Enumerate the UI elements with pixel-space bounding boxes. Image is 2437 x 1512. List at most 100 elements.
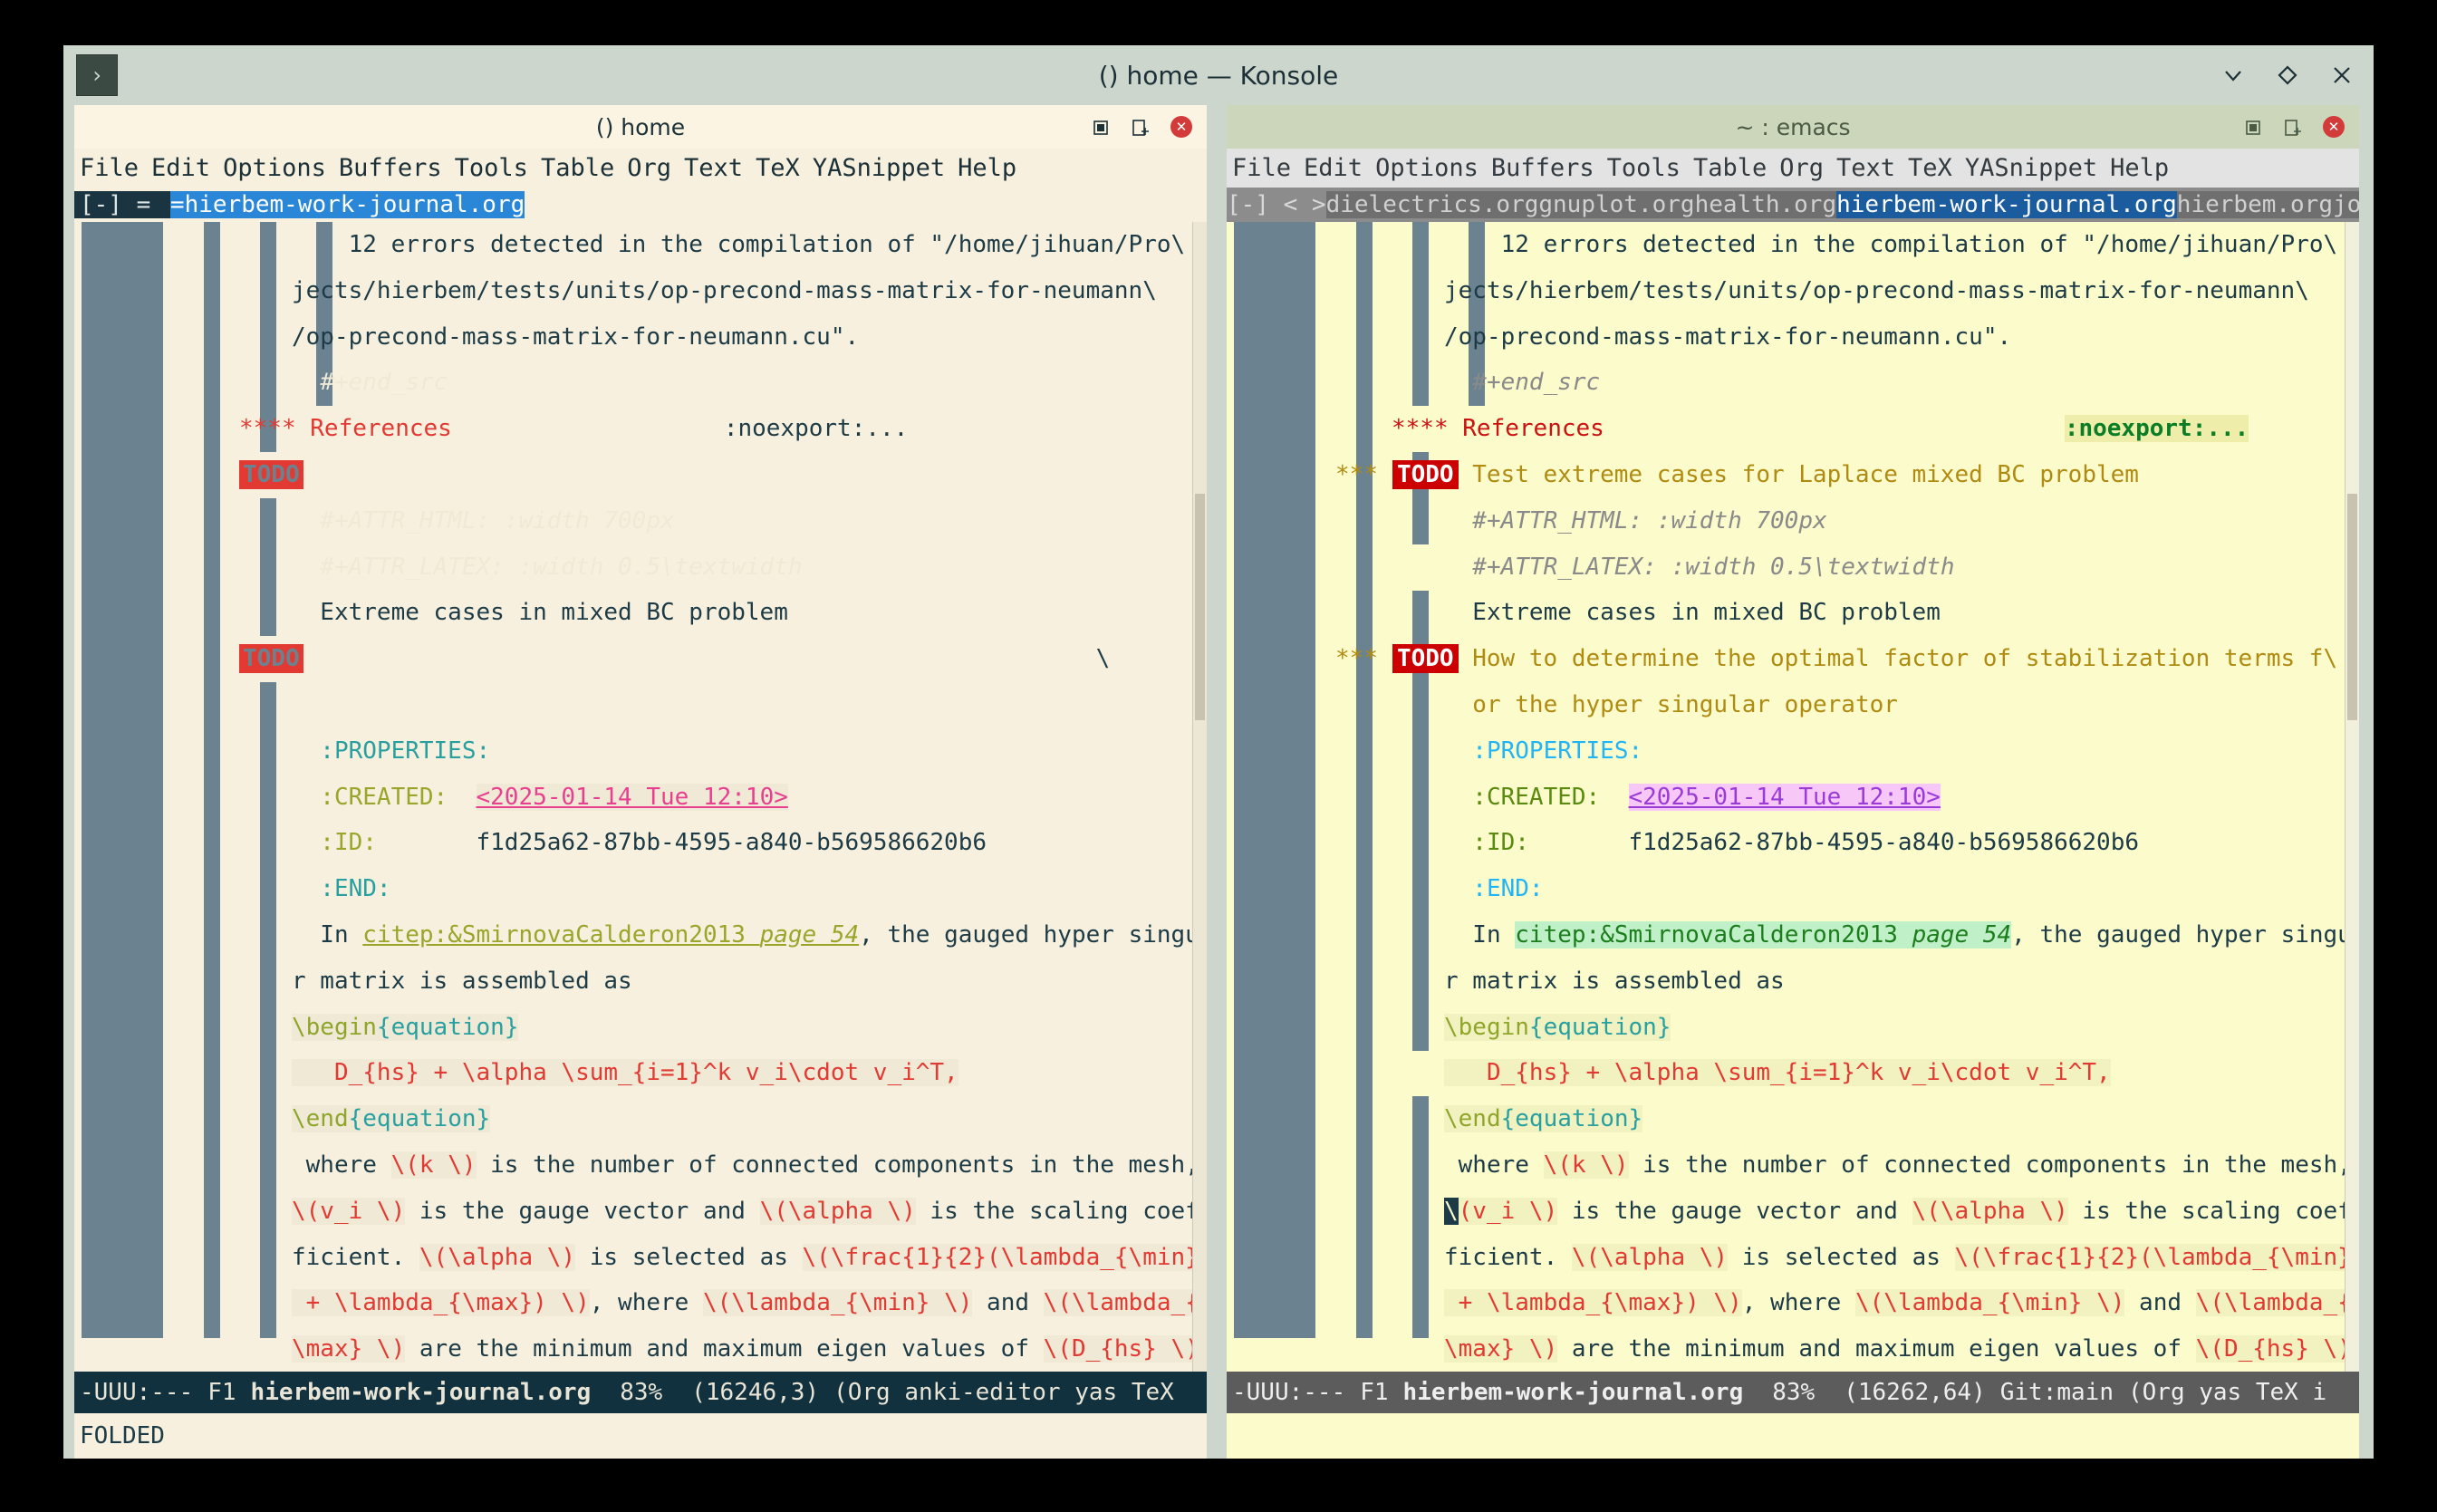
buffer-line[interactable]: + \lambda_{\max}) \), where \(\lambda_{\… [74,1280,1207,1326]
menu-item-file[interactable]: File [80,154,139,182]
right-scrollbar-thumb[interactable] [2347,494,2357,720]
left-text-area[interactable]: 12 errors detected in the compilation of… [74,222,1207,1372]
right-text-area[interactable]: 12 errors detected in the compilation of… [1227,222,2359,1372]
menu-item-options[interactable]: Options [1375,154,1479,182]
close-icon[interactable]: ✕ [1170,116,1192,138]
buffer-line[interactable]: r matrix is assembled as [74,958,1207,1005]
buffer-line[interactable] [74,682,1207,728]
org-todo-badge[interactable]: TODO [239,644,303,674]
tabs-after-right[interactable]: hierbem.orgjour [2176,191,2359,218]
buffer-line[interactable]: jects/hierbem/tests/units/op-precond-mas… [74,268,1207,314]
buffer-line[interactable]: /op-precond-mass-matrix-for-neumann.cu". [1227,314,2359,361]
citation-page[interactable]: page 54 [760,921,860,949]
buffer-line[interactable]: Extreme cases in mixed BC problem [1227,590,2359,636]
buffer-line[interactable]: \begin{equation} [1227,1005,2359,1051]
tab-hierbem-work-journal-right[interactable]: hierbem-work-journal.org [1836,191,2177,218]
konsole-scrollbar[interactable] [2359,165,2374,1459]
menu-item-org[interactable]: Org [627,154,671,182]
tabline-prefix-left[interactable]: [-] = [74,191,170,218]
menu-item-tex[interactable]: TeX [1908,154,1952,182]
menu-item-text[interactable]: Text [1836,154,1895,182]
buffer-line[interactable]: + \lambda_{\max}) \), where \(\lambda_{\… [1227,1280,2359,1326]
new-window-icon[interactable] [2283,117,2303,137]
menu-item-file[interactable]: File [1232,154,1291,182]
property-created-value[interactable]: <2025-01-14 Tue 12:10> [1628,783,1941,811]
menu-item-table[interactable]: Table [1693,154,1767,182]
buffer-line[interactable]: where \(k \) is the number of connected … [1227,1142,2359,1189]
buffer-line[interactable]: *** TODO Test extreme cases for Laplace m… [1227,452,2359,498]
buffer-line[interactable]: **** References:noexport:... [1227,406,2359,452]
buffer-line[interactable]: \max} \) are the minimum and maximum eig… [1227,1326,2359,1372]
right-scrollbar[interactable] [2345,222,2359,1372]
buffer-line[interactable]: #+end_src [74,360,1207,406]
buffer-line[interactable]: TODO [74,452,1207,498]
close-icon[interactable]: ✕ [2323,116,2345,138]
menu-item-help[interactable]: Help [2110,154,2169,182]
menu-item-tools[interactable]: Tools [1607,154,1681,182]
buffer-line[interactable]: #+end_src [1227,360,2359,406]
menu-item-edit[interactable]: Edit [151,154,210,182]
tabs-before-right[interactable]: dielectrics.orggnuplot.orghealth.org [1325,191,1837,218]
menu-item-tools[interactable]: Tools [455,154,528,182]
org-todo-badge[interactable]: TODO [1392,644,1459,674]
org-todo-badge[interactable]: TODO [1392,459,1459,489]
buffer-line[interactable]: #+ATTR_HTML: :width 700px [1227,498,2359,544]
buffer-line[interactable]: :ID: f1d25a62-87bb-4595-a840-b569586620b… [1227,820,2359,866]
buffer-line[interactable]: 12 errors detected in the compilation of… [1227,222,2359,268]
buffer-line[interactable]: :PROPERTIES: [74,728,1207,775]
chevron-right-icon[interactable]: › [76,54,118,96]
buffer-line[interactable]: #+ATTR_LATEX: :width 0.5\textwidth [74,544,1207,591]
property-created-value[interactable]: <2025-01-14 Tue 12:10> [476,783,788,811]
restore-icon[interactable] [2243,117,2263,137]
tab-hierbem-work-journal-left[interactable]: =hierbem-work-journal.org [169,191,525,218]
buffer-line[interactable]: :END: [74,866,1207,912]
org-todo-badge[interactable]: TODO [239,459,303,489]
buffer-line[interactable]: \end{equation} [1227,1096,2359,1142]
buffer-line[interactable]: D_{hs} + \alpha \sum_{i=1}^k v_i\cdot v_… [74,1050,1207,1096]
citation-link[interactable]: citep:&SmirnovaCalderon2013 [1515,920,1912,949]
buffer-line[interactable]: \(v_i \) is the gauge vector and \(\alph… [74,1189,1207,1235]
tabline-prefix-right[interactable]: [-] < > [1227,191,1326,218]
maximize-icon[interactable] [2276,63,2299,87]
buffer-line[interactable]: 12 errors detected in the compilation of… [74,222,1207,268]
menu-item-edit[interactable]: Edit [1304,154,1363,182]
menu-item-org[interactable]: Org [1779,154,1824,182]
menu-item-tex[interactable]: TeX [756,154,800,182]
buffer-line[interactable]: :CREATED: <2025-01-14 Tue 12:10> [1227,775,2359,821]
buffer-line[interactable]: Extreme cases in mixed BC problem [74,590,1207,636]
buffer-line[interactable]: \(v_i \) is the gauge vector and \(\alph… [1227,1189,2359,1235]
buffer-line[interactable]: ficient. \(\alpha \) is selected as \(\f… [74,1235,1207,1281]
buffer-line[interactable]: where \(k \) is the number of connected … [74,1142,1207,1189]
left-scrollbar[interactable] [1192,222,1207,1372]
buffer-line[interactable]: In citep:&SmirnovaCalderon2013 page 54, … [1227,912,2359,958]
buffer-line[interactable]: D_{hs} + \alpha \sum_{i=1}^k v_i\cdot v_… [1227,1050,2359,1096]
buffer-line[interactable]: r matrix is assembled as [1227,958,2359,1005]
menu-item-buffers[interactable]: Buffers [339,154,442,182]
buffer-line[interactable]: TODO \ [74,636,1207,682]
menu-item-text[interactable]: Text [684,154,743,182]
buffer-line[interactable]: #+ATTR_LATEX: :width 0.5\textwidth [1227,544,2359,591]
buffer-line[interactable]: \max} \) are the minimum and maximum eig… [74,1326,1207,1372]
citation-link[interactable]: citep:&SmirnovaCalderon2013 [362,921,759,949]
buffer-line[interactable]: :PROPERTIES: [1227,728,2359,775]
menu-item-help[interactable]: Help [958,154,1016,182]
menu-item-yasnippet[interactable]: YASnippet [813,154,945,182]
buffer-line[interactable]: *** TODO How to determine the optimal fac… [1227,636,2359,682]
buffer-line[interactable]: :CREATED: <2025-01-14 Tue 12:10> [74,775,1207,821]
buffer-line[interactable]: /op-precond-mass-matrix-for-neumann.cu". [74,314,1207,361]
buffer-line[interactable]: ficient. \(\alpha \) is selected as \(\f… [1227,1235,2359,1281]
close-icon[interactable] [2330,63,2354,87]
buffer-line[interactable]: #+ATTR_HTML: :width 700px [74,498,1207,544]
buffer-line[interactable]: or the hyper singular operator [1227,682,2359,728]
minimize-icon[interactable] [2221,63,2245,87]
buffer-line[interactable]: :ID: f1d25a62-87bb-4595-a840-b569586620b… [74,820,1207,866]
buffer-line[interactable]: \end{equation} [74,1096,1207,1142]
left-scrollbar-thumb[interactable] [1195,494,1205,720]
menu-item-options[interactable]: Options [223,154,326,182]
menu-item-buffers[interactable]: Buffers [1491,154,1594,182]
buffer-line[interactable]: In citep:&SmirnovaCalderon2013 page 54, … [74,912,1207,958]
buffer-line[interactable]: jects/hierbem/tests/units/op-precond-mas… [1227,268,2359,314]
citation-page[interactable]: page 54 [1912,920,2012,949]
menu-item-table[interactable]: Table [541,154,614,182]
new-window-icon[interactable] [1131,117,1151,137]
